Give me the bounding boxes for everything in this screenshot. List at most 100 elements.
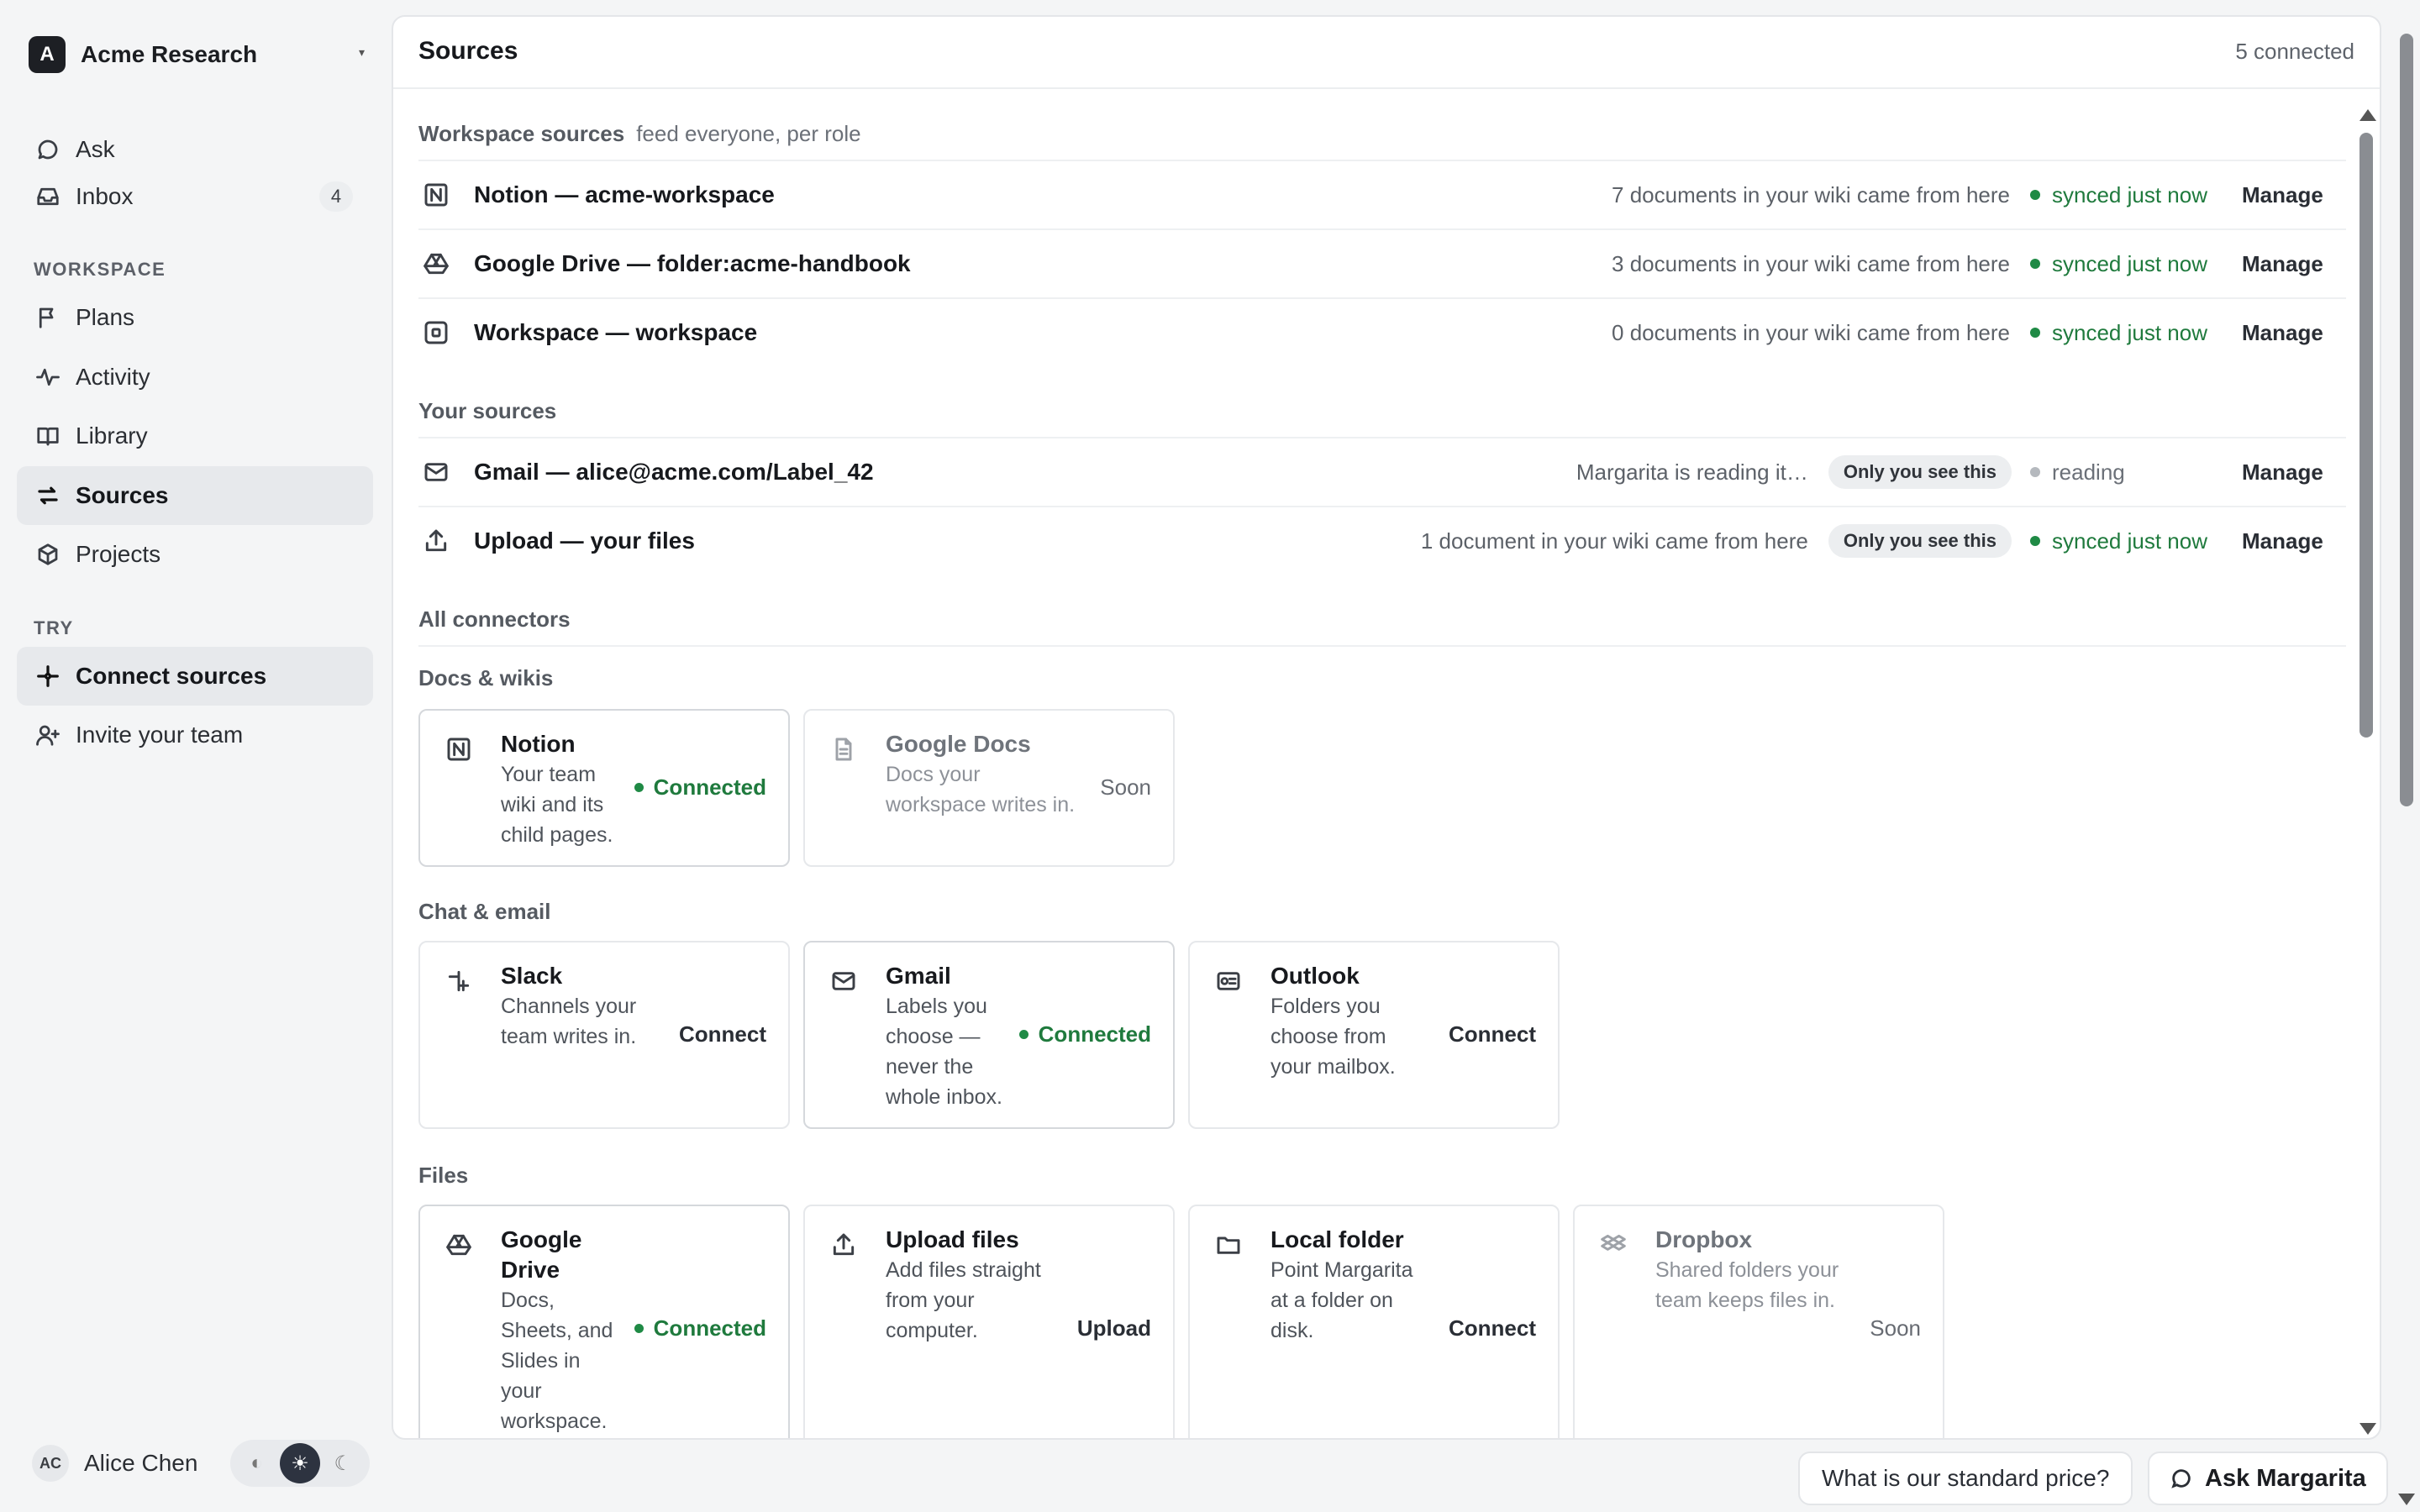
inbox-icon bbox=[34, 182, 62, 211]
notion-icon bbox=[445, 736, 474, 764]
source-row: Upload — your files 1 document in your w… bbox=[418, 506, 2346, 575]
connector-card-upload-files: Upload files Add files straight from you… bbox=[803, 1205, 1175, 1438]
dropbox-icon bbox=[1600, 1231, 1628, 1260]
page-scroll-down-icon[interactable] bbox=[2398, 1494, 2415, 1505]
source-name: Workspace — workspace bbox=[474, 319, 758, 345]
connect-button[interactable]: Connect bbox=[1449, 1021, 1536, 1047]
sun-icon[interactable]: ☀ bbox=[279, 1443, 320, 1483]
connector-desc: workspace writes in. bbox=[886, 793, 1076, 816]
connected-status: Connected bbox=[634, 774, 766, 801]
manage-button[interactable]: Manage bbox=[2242, 528, 2346, 554]
sources-panel: Sources 5 connected Workspace sources fee… bbox=[392, 15, 2381, 1440]
nav-library[interactable]: Library bbox=[17, 407, 373, 465]
user-profile[interactable]: AC Alice Chen bbox=[32, 1445, 197, 1482]
connector-desc: Sheets, and bbox=[501, 1319, 613, 1342]
soon-label: Soon bbox=[1100, 774, 1151, 800]
nav-plans[interactable]: Plans bbox=[17, 288, 373, 347]
connector-desc: your bbox=[501, 1379, 542, 1403]
contrast-icon[interactable]: ◐ bbox=[237, 1443, 277, 1483]
manage-button[interactable]: Manage bbox=[2242, 251, 2346, 277]
nav-ask-label: Ask bbox=[76, 136, 115, 162]
nav-inbox-label: Inbox bbox=[76, 183, 134, 209]
nav-projects[interactable]: Projects bbox=[17, 525, 373, 584]
connector-card-google-docs: Google Docs Docs your workspace writes i… bbox=[803, 709, 1175, 867]
connector-desc: workspace. bbox=[501, 1410, 608, 1433]
connector-title: Outlook bbox=[1270, 963, 1360, 989]
scroll-thumb[interactable] bbox=[2360, 133, 2373, 738]
connector-desc: computer. bbox=[886, 1319, 978, 1342]
panel-scrollbar[interactable] bbox=[2358, 97, 2376, 1438]
connector-card-google-drive[interactable]: Google Drive Docs, Sheets, and Slides in… bbox=[418, 1205, 790, 1438]
page-scrollbar[interactable] bbox=[2400, 34, 2413, 806]
your-sources-label: Your sources bbox=[418, 398, 557, 423]
theme-toggle: ◐ ☀ ☾ bbox=[230, 1440, 370, 1487]
nav-inbox[interactable]: Inbox 4 bbox=[17, 167, 373, 226]
connector-title: Gmail bbox=[886, 963, 951, 989]
cube-icon bbox=[34, 540, 62, 569]
connector-desc: disk. bbox=[1270, 1319, 1314, 1342]
manage-button[interactable]: Manage bbox=[2242, 459, 2346, 486]
nav-sources[interactable]: Sources bbox=[17, 466, 373, 525]
upload-button[interactable]: Upload bbox=[1077, 1315, 1151, 1341]
category-docs-wikis: Docs & wikis bbox=[418, 665, 554, 690]
connector-title: Upload files bbox=[886, 1226, 1019, 1252]
suggested-question-button[interactable]: What is our standard price? bbox=[1798, 1452, 2133, 1505]
manage-button[interactable]: Manage bbox=[2242, 320, 2346, 346]
connector-desc: Point Margarita bbox=[1270, 1258, 1413, 1282]
nav-activity[interactable]: Activity bbox=[17, 348, 373, 407]
connected-count: 5 connected bbox=[2235, 39, 2354, 64]
chat-bubble-icon bbox=[34, 135, 62, 164]
inbox-count-badge: 4 bbox=[319, 181, 353, 212]
workspace-switcher[interactable]: A Acme Research ▾ bbox=[29, 36, 365, 73]
connector-desc: team writes in. bbox=[501, 1025, 637, 1048]
manage-button[interactable]: Manage bbox=[2242, 182, 2346, 208]
connector-desc: choose from bbox=[1270, 1025, 1386, 1048]
source-doc-count: 1 document in your wiki came from here bbox=[1420, 528, 1808, 554]
connector-title: Local folder bbox=[1270, 1226, 1404, 1252]
source-row: Gmail — alice@acme.com/Label_42 Margarit… bbox=[418, 437, 2346, 506]
sync-status: reading bbox=[2030, 459, 2212, 486]
connector-desc: whole inbox. bbox=[886, 1085, 1002, 1109]
source-row: Workspace — workspace 0 documents in you… bbox=[418, 297, 2346, 366]
source-row: Google Drive — folder:acme-handbook 3 do… bbox=[418, 228, 2346, 297]
ask-margarita-button[interactable]: Ask Margarita bbox=[2148, 1452, 2388, 1505]
connector-desc: child pages. bbox=[501, 823, 613, 847]
nav-projects-label: Projects bbox=[76, 541, 161, 567]
nav-sources-label: Sources bbox=[76, 482, 169, 508]
workspace-sources-label: Workspace sources bbox=[418, 121, 625, 146]
nav-connect-sources[interactable]: Connect sources bbox=[17, 647, 373, 706]
caret-down-icon: ▾ bbox=[358, 45, 365, 59]
folder-icon bbox=[1215, 1231, 1244, 1260]
upload-icon bbox=[830, 1231, 859, 1260]
moon-icon[interactable]: ☾ bbox=[323, 1443, 363, 1483]
sync-status: synced just now bbox=[2030, 251, 2212, 277]
sync-status: synced just now bbox=[2030, 528, 2212, 554]
slack-icon bbox=[445, 968, 474, 996]
workspace-icon bbox=[422, 318, 450, 347]
source-row: Notion — acme-workspace 7 documents in y… bbox=[418, 160, 2346, 228]
document-icon bbox=[830, 736, 859, 764]
connect-button[interactable]: Connect bbox=[1449, 1315, 1536, 1341]
connector-desc: never the bbox=[886, 1055, 974, 1079]
scroll-down-arrow-icon[interactable] bbox=[2360, 1423, 2376, 1435]
scroll-up-arrow-icon[interactable] bbox=[2360, 109, 2376, 121]
sparkle-icon bbox=[34, 662, 62, 690]
connect-button[interactable]: Connect bbox=[679, 1021, 766, 1047]
category-files: Files bbox=[418, 1163, 469, 1188]
connector-desc: choose — bbox=[886, 1025, 981, 1048]
google-drive-icon bbox=[445, 1231, 474, 1260]
upload-icon bbox=[422, 527, 450, 555]
connector-card-local-folder: Local folder Point Margarita at a folder… bbox=[1188, 1205, 1560, 1438]
workspace-sources-heading: Workspace sources feed everyone, per role bbox=[418, 121, 861, 147]
nav-invite-team[interactable]: Invite your team bbox=[17, 706, 373, 764]
source-name: Upload — your files bbox=[474, 528, 695, 554]
connector-desc: Docs your bbox=[886, 763, 981, 786]
connector-card-gmail[interactable]: Gmail Labels you choose — never the whol… bbox=[803, 941, 1175, 1129]
source-doc-count: 3 documents in your wiki came from here bbox=[1612, 250, 2010, 276]
connector-title: Slack bbox=[501, 963, 563, 989]
nav-library-label: Library bbox=[76, 423, 148, 449]
connector-card-slack: Slack Channels your team writes in. Conn… bbox=[418, 941, 790, 1129]
connector-card-outlook: Outlook Folders you choose from your mai… bbox=[1188, 941, 1560, 1129]
mail-icon bbox=[422, 458, 450, 486]
connector-card-notion[interactable]: Notion Your team wiki and its child page… bbox=[418, 709, 790, 867]
